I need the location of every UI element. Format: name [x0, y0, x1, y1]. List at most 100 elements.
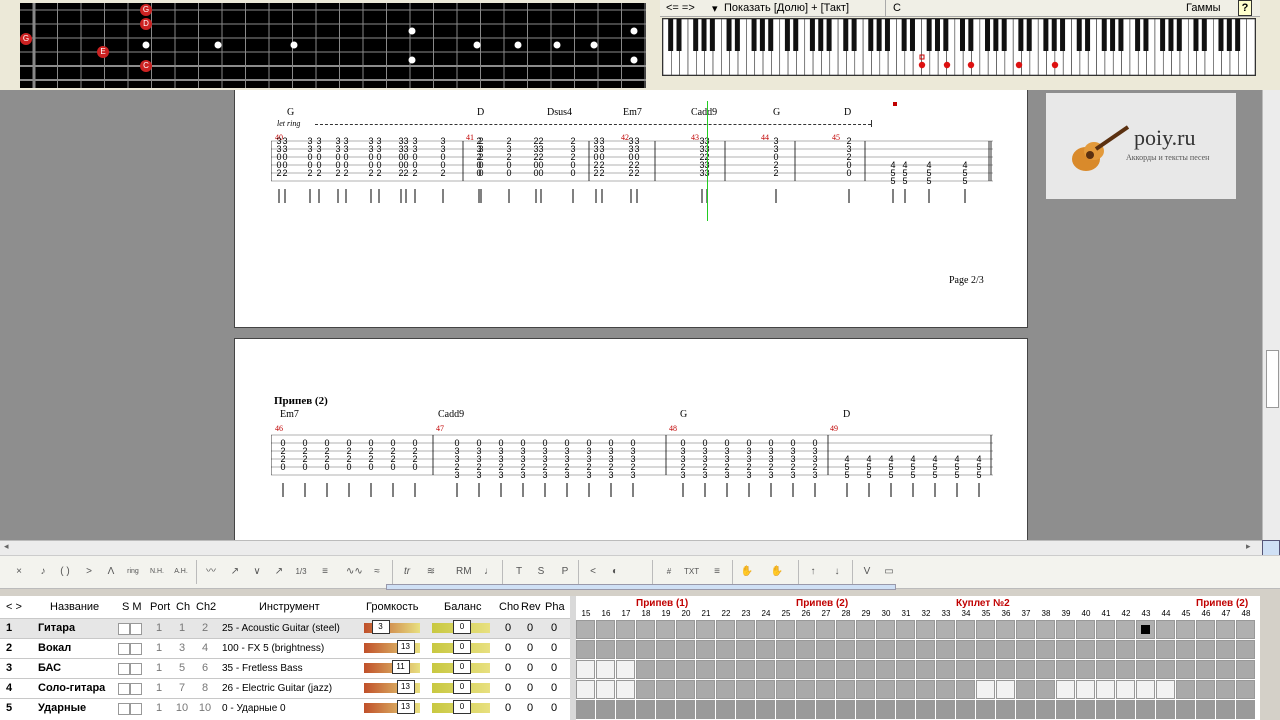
track-bar-cell[interactable]	[956, 680, 975, 699]
track-bar-cell[interactable]	[1236, 680, 1255, 699]
track-bar-cell[interactable]	[576, 700, 595, 719]
track-chorus[interactable]: 0	[498, 619, 518, 638]
track-bar-cell[interactable]	[1216, 660, 1235, 679]
track-bar-cell[interactable]	[676, 660, 695, 679]
parenthesis-icon[interactable]: ( )	[58, 562, 72, 582]
track-phaser[interactable]: 0	[544, 619, 564, 638]
ad-banner[interactable]: poiy.ru Аккорды и тексты песен	[1046, 93, 1236, 199]
fret-note-marker[interactable]: G	[20, 33, 32, 45]
section-marker[interactable]: Припев (2)	[1196, 598, 1248, 609]
track-bar-cell[interactable]	[656, 620, 675, 639]
track-bar-cell[interactable]	[1136, 700, 1155, 719]
track-bar-cell[interactable]	[836, 680, 855, 699]
tremolo-icon[interactable]: ≋	[424, 562, 438, 582]
track-bar-cell[interactable]	[576, 620, 595, 639]
track-bar-cell[interactable]	[596, 620, 615, 639]
track-phaser[interactable]: 0	[544, 639, 564, 658]
tremolo-bar-icon[interactable]: ∨	[250, 562, 264, 582]
track-bar-cell[interactable]	[836, 640, 855, 659]
zoom-icon[interactable]	[1262, 540, 1280, 556]
fret-note-marker[interactable]: E	[97, 46, 109, 58]
fret-note-marker[interactable]: G	[140, 4, 152, 16]
playback-cursor[interactable]	[707, 101, 708, 221]
track-bar-cell[interactable]	[1056, 680, 1075, 699]
help-button[interactable]: ?	[1238, 0, 1252, 16]
track-bar-cell[interactable]	[796, 680, 815, 699]
balance-slider[interactable]: 0	[432, 700, 490, 714]
track-bar-cell[interactable]	[696, 660, 715, 679]
track-bar-cell[interactable]	[976, 640, 995, 659]
track-bar-cell[interactable]	[1036, 680, 1055, 699]
grace-note-icon[interactable]: ♩	[482, 562, 496, 582]
track-bar-cell[interactable]	[1236, 700, 1255, 719]
track-bar-cell[interactable]	[796, 620, 815, 639]
show-mode-dropdown[interactable]: Показать [Долю] + [Такт]	[724, 2, 849, 14]
volume-slider-knob[interactable]: 13	[396, 680, 415, 694]
track-bar-cell[interactable]	[756, 620, 775, 639]
track-bar-cell[interactable]	[776, 660, 795, 679]
track-reverb[interactable]: 0	[520, 639, 540, 658]
track-instrument[interactable]: 25 - Acoustic Guitar (steel)	[222, 619, 362, 638]
track-bar-cell[interactable]	[1216, 640, 1235, 659]
balance-slider-knob[interactable]: 0	[453, 700, 471, 714]
track-bar-cell[interactable]	[636, 700, 655, 719]
track-bar-cell[interactable]	[616, 660, 635, 679]
piano-keys[interactable]	[663, 19, 1255, 75]
track-timeline[interactable]: Припев (1) Припев (2) Куплет №2 Припев (…	[576, 596, 1260, 720]
track-bar-cell[interactable]	[796, 640, 815, 659]
track-bar-cell[interactable]	[1236, 640, 1255, 659]
track-bar-cell[interactable]	[1096, 660, 1115, 679]
track-bar-cell[interactable]	[1196, 660, 1215, 679]
track-bar-cell[interactable]	[876, 640, 895, 659]
volume-slider[interactable]: 13	[364, 640, 420, 654]
track-bar-cell[interactable]	[716, 680, 735, 699]
track-bar-cell[interactable]	[856, 700, 875, 719]
track-row[interactable]: 3 БАС 1 5 6 35 - Fretless Bass 0 0 0 11 0	[0, 658, 570, 679]
chord-diagram-icon[interactable]: #	[662, 562, 676, 582]
track-port[interactable]: 1	[150, 639, 168, 658]
pop-button[interactable]: P	[558, 562, 572, 582]
mute-checkbox[interactable]	[130, 643, 142, 655]
tab-staff[interactable]: 3300233002330023300233002330023300233002…	[271, 137, 993, 227]
fret-note-marker[interactable]: D	[140, 18, 152, 30]
track-bar-cell[interactable]	[896, 680, 915, 699]
track-bar-cell[interactable]	[1156, 620, 1175, 639]
track-bar-cell[interactable]	[1156, 680, 1175, 699]
track-bar-cell[interactable]	[816, 620, 835, 639]
solo-checkbox[interactable]	[118, 663, 130, 675]
crescendo-icon[interactable]: <	[586, 562, 600, 582]
vibrato-icon[interactable]: ∿∿	[346, 562, 363, 582]
track-bar-cell[interactable]	[1176, 660, 1195, 679]
track-bar-cell[interactable]	[1076, 620, 1095, 639]
track-bar-cell[interactable]	[716, 640, 735, 659]
artificial-harmonic-icon[interactable]: A.H.	[174, 562, 188, 582]
solo-checkbox[interactable]	[118, 623, 130, 635]
text-button[interactable]: TXT	[684, 562, 699, 582]
let-ring-icon[interactable]: ring	[126, 562, 140, 582]
track-bar-cell[interactable]	[636, 660, 655, 679]
track-channel2[interactable]: 8	[194, 679, 216, 698]
solo-checkbox[interactable]	[118, 703, 130, 715]
track-bar-cell[interactable]	[856, 660, 875, 679]
track-bar-cell[interactable]	[576, 640, 595, 659]
pick-stroke-icon[interactable]: ✋	[770, 562, 784, 582]
track-bar-cell[interactable]	[1056, 660, 1075, 679]
volume-slider-knob[interactable]: 13	[396, 700, 415, 714]
track-bar-cell[interactable]	[816, 640, 835, 659]
track-bar-cell[interactable]	[936, 680, 955, 699]
balance-slider[interactable]: 0	[432, 620, 490, 634]
track-bar-cell[interactable]	[936, 620, 955, 639]
track-bar-cell[interactable]	[736, 640, 755, 659]
piano-keyboard[interactable]	[662, 18, 1256, 76]
track-bar-cell[interactable]	[976, 700, 995, 719]
scrollbar-thumb[interactable]	[1266, 350, 1279, 408]
track-bar-cell[interactable]	[916, 660, 935, 679]
trill-button[interactable]: tr	[400, 562, 414, 582]
track-bar-cell[interactable]	[1096, 680, 1115, 699]
track-bar-cell[interactable]	[636, 640, 655, 659]
solo-checkbox[interactable]	[118, 683, 130, 695]
track-bar-cell[interactable]	[1156, 700, 1175, 719]
mute-checkbox[interactable]	[130, 683, 142, 695]
volume-slider[interactable]: 13	[364, 680, 420, 694]
wide-vibrato2-icon[interactable]: ≈	[370, 562, 384, 582]
